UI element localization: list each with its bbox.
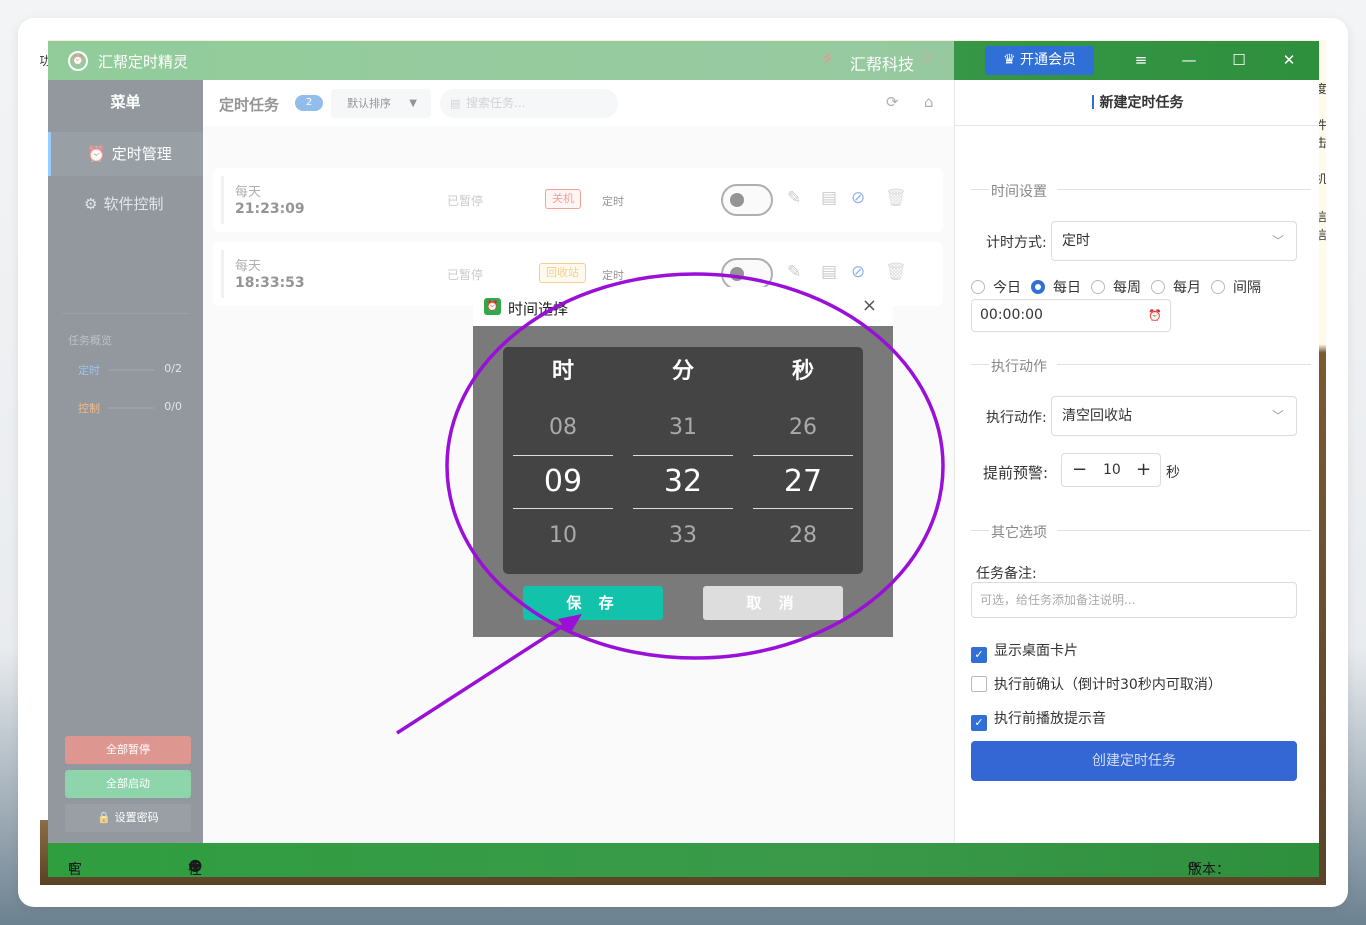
checkbox-label: 执行前确认（倒计时30秒内可取消） <box>994 677 1222 693</box>
radio-dot <box>971 280 985 294</box>
section-line <box>1057 530 1311 531</box>
radio-monthly[interactable]: 每月 <box>1151 277 1201 297</box>
radio-dot <box>1151 280 1165 294</box>
timing-mode-label: 计时方式: <box>986 235 1047 251</box>
time-section-header: 时间设置 <box>971 181 1311 200</box>
hour-column[interactable]: 时 08 09 10 <box>513 347 613 574</box>
hour-next[interactable]: 10 <box>513 523 613 548</box>
note-input[interactable]: 可选，给任务添加备注说明... <box>971 582 1297 618</box>
radio-interval[interactable]: 间隔 <box>1211 277 1261 297</box>
maximize-icon[interactable]: ☐ <box>1228 49 1250 71</box>
version-label: 版本：4.5.1.0 <box>1188 862 1230 877</box>
second-current[interactable]: 27 <box>753 455 853 509</box>
section-line <box>971 530 989 531</box>
crown-icon: ♛ <box>1002 52 1020 68</box>
menu-icon[interactable]: ≡ <box>1130 49 1152 71</box>
warn-stepper[interactable]: − 10 + <box>1061 453 1161 487</box>
action-section-header: 执行动作 <box>971 356 1311 375</box>
minute-header: 分 <box>671 359 694 384</box>
second-column[interactable]: 秒 26 27 28 <box>753 347 853 574</box>
alarm-clock-icon: ⏰ <box>1148 309 1162 322</box>
website-link-label: 官方网站 <box>68 862 82 877</box>
hour-header: 时 <box>551 359 574 384</box>
chevron-down-icon: ﹀ <box>1271 409 1284 423</box>
dialog-title: 时间选择 <box>508 300 569 318</box>
section-line <box>1057 364 1311 365</box>
dialog-header: ⏰ 时间选择 × <box>473 287 893 326</box>
minus-icon[interactable]: − <box>1072 454 1087 486</box>
second-prev[interactable]: 26 <box>753 415 853 440</box>
other-section-title: 其它选项 <box>991 525 1047 541</box>
new-task-header: 新建定时任务 <box>955 80 1319 126</box>
section-line <box>1057 189 1311 190</box>
section-line <box>971 364 989 365</box>
radio-today[interactable]: 今日 <box>971 277 1021 297</box>
minute-current[interactable]: 32 <box>633 455 733 509</box>
vip-button-label: 开通会员 <box>1020 52 1076 68</box>
other-section-header: 其它选项 <box>971 522 1311 541</box>
new-task-panel: 新建定时任务 时间设置 计时方式: 定时 ﹀ 今日 每日 每周 每月 间隔 00:… <box>954 80 1319 843</box>
save-button[interactable]: 保 存 <box>523 586 663 620</box>
support-link-label: 在线客服 <box>188 862 202 877</box>
section-line <box>971 189 989 190</box>
time-section-title: 时间设置 <box>991 184 1047 200</box>
time-input-value: 00:00:00 <box>980 307 1043 323</box>
hour-current[interactable]: 09 <box>513 455 613 509</box>
header-accent-mark <box>1091 95 1094 109</box>
action-select[interactable]: 清空回收站 ﹀ <box>1051 396 1297 436</box>
minute-prev[interactable]: 31 <box>633 415 733 440</box>
close-icon[interactable]: × <box>862 295 877 316</box>
radio-label: 每日 <box>1053 280 1081 296</box>
warn-label: 提前预警: <box>983 464 1049 482</box>
action-section-title: 执行动作 <box>991 359 1047 375</box>
checkbox-checked-icon: ✓ <box>971 715 987 731</box>
chevron-down-icon: ﹀ <box>1271 234 1284 248</box>
checkbox-label: 执行前播放提示音 <box>994 711 1106 727</box>
radio-dot <box>1211 280 1225 294</box>
action-select-value: 清空回收站 <box>1062 408 1132 424</box>
radio-label: 间隔 <box>1233 280 1261 296</box>
show-desktop-card-checkbox[interactable]: ✓ 显示桌面卡片 <box>971 640 1078 663</box>
hour-prev[interactable]: 08 <box>513 415 613 440</box>
create-task-button[interactable]: 创建定时任务 <box>971 741 1297 781</box>
timing-mode-select[interactable]: 定时 ﹀ <box>1051 221 1297 261</box>
note-placeholder: 可选，给任务添加备注说明... <box>980 593 1136 607</box>
warn-unit: 秒 <box>1166 465 1180 481</box>
plus-icon[interactable]: + <box>1136 454 1151 486</box>
time-wheel: 时 08 09 10 分 31 32 33 秒 26 27 28 <box>503 347 863 574</box>
minimize-icon[interactable]: — <box>1178 49 1200 71</box>
close-window-icon[interactable]: ✕ <box>1278 49 1300 71</box>
radio-daily[interactable]: 每日 <box>1031 277 1081 297</box>
timing-mode-value: 定时 <box>1062 233 1090 249</box>
checkbox-icon <box>971 676 987 692</box>
radio-label: 每周 <box>1113 280 1141 296</box>
radio-dot-selected <box>1031 280 1045 294</box>
cancel-button[interactable]: 取 消 <box>703 586 843 620</box>
checkbox-label: 显示桌面卡片 <box>994 643 1078 659</box>
radio-dot <box>1091 280 1105 294</box>
note-label: 任务备注: <box>976 566 1037 582</box>
alarm-clock-icon: ⏰ <box>484 298 501 315</box>
radio-weekly[interactable]: 每周 <box>1091 277 1141 297</box>
play-sound-checkbox[interactable]: ✓ 执行前播放提示音 <box>971 708 1106 731</box>
time-picker-dialog: ⏰ 时间选择 × 时 08 09 10 分 31 32 33 秒 26 27 2… <box>473 287 893 637</box>
second-next[interactable]: 28 <box>753 523 853 548</box>
radio-label: 每月 <box>1173 280 1201 296</box>
second-header: 秒 <box>791 359 814 384</box>
confirm-before-run-checkbox[interactable]: 执行前确认（倒计时30秒内可取消） <box>971 674 1222 694</box>
vip-button[interactable]: ♛ 开通会员 <box>985 46 1094 75</box>
minute-next[interactable]: 33 <box>633 523 733 548</box>
new-task-title: 新建定时任务 <box>1099 95 1184 111</box>
action-label: 执行动作: <box>986 410 1047 426</box>
status-bar: ⌂ 官方网站 ☻ 在线客服 ⟳ 版本：4.5.1.0 <box>48 843 1319 877</box>
time-input[interactable]: 00:00:00 ⏰ <box>971 299 1171 332</box>
desktop-left-strip <box>40 40 48 885</box>
warn-value: 10 <box>1103 462 1121 478</box>
checkbox-checked-icon: ✓ <box>971 647 987 663</box>
minute-column[interactable]: 分 31 32 33 <box>633 347 733 574</box>
radio-label: 今日 <box>993 280 1021 296</box>
